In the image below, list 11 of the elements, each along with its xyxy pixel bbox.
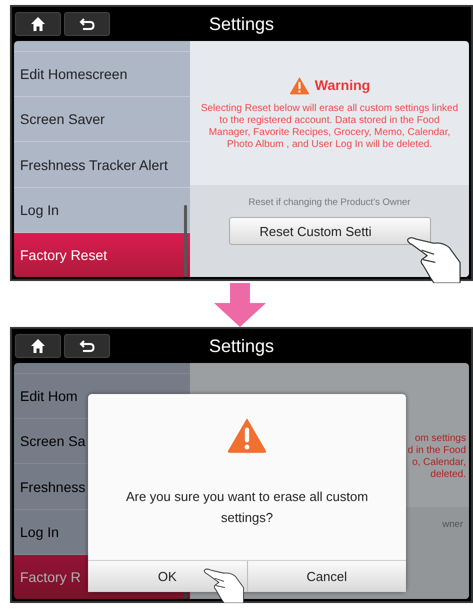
warning-title: Warning [314,77,370,93]
hint-text: Reset if changing the Product’s Owner [248,197,410,208]
screen-title: Settings [208,14,274,34]
warning-text: deleted. [430,469,466,481]
warning-text: Selecting Reset below will erase all custom settings linked to the registered account. Data stored in the Food Manager, Favorite Recipes, Grocery, Memo, Calendar, Photo Album , and User Log In will be deleted. [200,102,460,150]
hint-text: wner [442,519,463,530]
screen-title: Settings [208,336,274,356]
dialog-message: Are you sure you want to erase all custom settings? [124,488,370,527]
warning-text: om settings [414,433,466,445]
warning-text: d in the Food [408,445,466,457]
warning-text: o, Calendar, [412,457,466,469]
